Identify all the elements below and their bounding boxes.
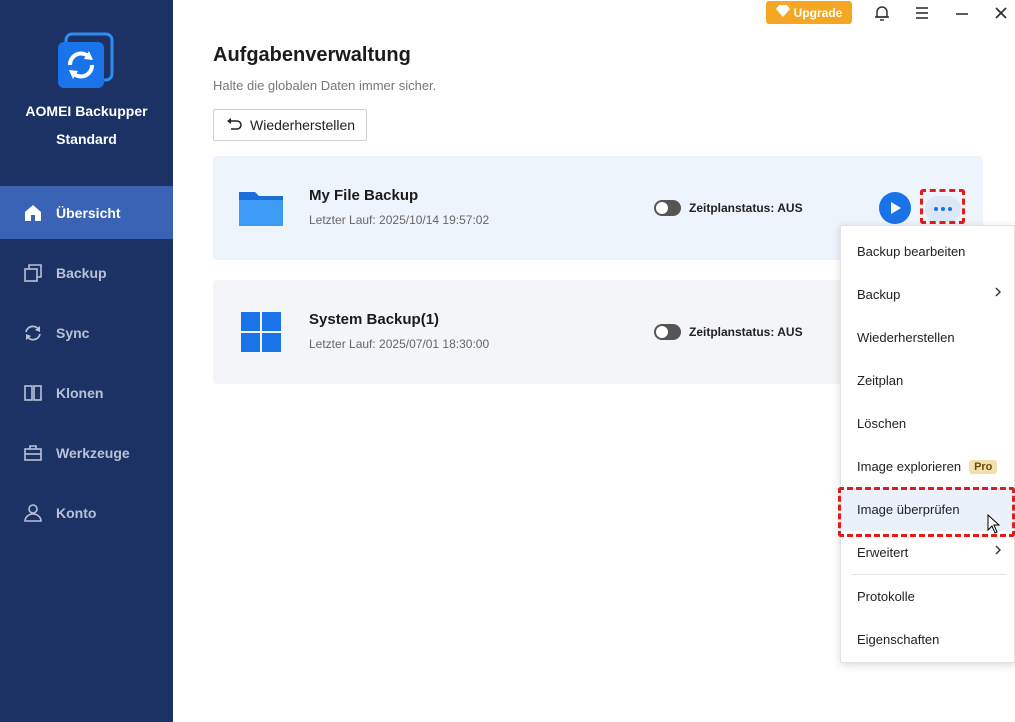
menu-item-zeitplan[interactable]: Zeitplan [841,359,1014,402]
pro-badge: Pro [969,459,998,474]
upgrade-button[interactable]: Upgrade [766,1,852,24]
diamond-icon [775,5,790,20]
user-icon [22,502,44,524]
run-button[interactable] [879,192,911,224]
sidebar-nav: Übersicht Backup Sync Klonen Werkzeuge K… [0,186,173,546]
app-logo-icon [56,32,116,92]
sidebar-item-werkzeuge[interactable]: Werkzeuge [0,426,173,479]
undo-icon [226,117,242,134]
page-subtitle: Halte die globalen Daten immer sicher. [213,78,437,93]
menu-item-label: Backup [857,287,901,302]
task-name: My File Backup [309,187,419,204]
sidebar-item-label: Backup [56,264,107,281]
menu-item-backup-bearbeiten[interactable]: Backup bearbeiten [841,230,1014,273]
restore-label: Wiederherstellen [250,117,356,133]
menu-item-label: Image explorieren [857,459,962,474]
menu-item-label: Wiederherstellen [857,330,955,345]
schedule-status: Zeitplanstatus: AUS [689,325,803,339]
highlight-more-button [920,189,965,224]
task-name: System Backup(1) [309,311,440,328]
folder-icon [237,186,285,230]
schedule-status: Zeitplanstatus: AUS [689,201,803,215]
play-icon [891,202,901,214]
menu-icon[interactable] [913,4,931,22]
minimize-icon[interactable] [953,4,971,22]
sidebar-item-label: Klonen [56,384,104,401]
sidebar: AOMEI Backupper Standard Übersicht Backu… [0,0,173,722]
menu-item-label: Erweitert [857,545,909,560]
app-edition: Standard [56,131,117,147]
menu-item-label: Eigenschaften [857,632,940,647]
menu-item-backup[interactable]: Backup [841,273,1014,316]
menu-item-loeschen[interactable]: Löschen [841,402,1014,445]
sidebar-item-label: Übersicht [56,204,121,221]
sidebar-item-sync[interactable]: Sync [0,306,173,359]
chevron-right-icon [994,286,1002,301]
sidebar-item-uebersicht[interactable]: Übersicht [0,186,173,239]
sidebar-item-backup[interactable]: Backup [0,246,173,299]
sidebar-item-klonen[interactable]: Klonen [0,366,173,419]
schedule-toggle[interactable] [654,200,681,216]
sidebar-item-label: Werkzeuge [56,444,130,461]
menu-item-label: Zeitplan [857,373,904,388]
menu-item-label: Protokolle [857,589,915,604]
home-icon [22,202,44,224]
sidebar-item-label: Sync [56,324,90,341]
context-menu: Backup bearbeiten Backup Wiederherstelle… [840,225,1015,663]
close-icon[interactable] [992,4,1010,22]
backup-icon [22,262,44,284]
sidebar-item-konto[interactable]: Konto [0,486,173,539]
clone-icon [22,382,44,404]
task-last-run: Letzter Lauf: 2025/07/01 18:30:00 [309,337,490,351]
menu-item-wiederherstellen[interactable]: Wiederherstellen [841,316,1014,359]
windows-icon [237,310,285,354]
upgrade-label: Upgrade [793,5,843,20]
restore-button[interactable]: Wiederherstellen [213,109,367,141]
schedule-toggle[interactable] [654,324,681,340]
page-title: Aufgabenverwaltung [213,44,411,66]
toolbox-icon [22,442,44,464]
chevron-right-icon [994,544,1002,559]
menu-item-eigenschaften[interactable]: Eigenschaften [841,618,1014,661]
menu-item-label: Löschen [857,416,907,431]
menu-item-erweitert[interactable]: Erweitert [841,531,1014,574]
app-name: AOMEI Backupper [25,103,148,119]
mouse-cursor-icon [987,513,1001,534]
menu-item-image-explorieren[interactable]: Image explorieren Pro [841,445,1014,488]
sync-icon [22,322,44,344]
task-last-run: Letzter Lauf: 2025/10/14 19:57:02 [309,213,490,227]
sidebar-item-label: Konto [56,504,97,521]
bell-icon[interactable] [873,4,891,22]
menu-item-protokolle[interactable]: Protokolle [841,575,1014,618]
menu-item-label: Backup bearbeiten [857,244,966,259]
